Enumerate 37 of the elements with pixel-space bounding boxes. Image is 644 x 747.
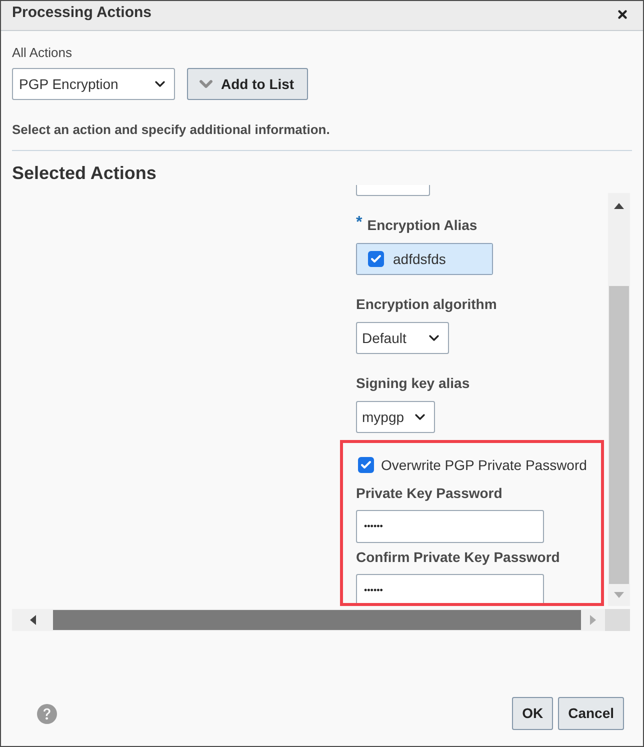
- window-title: Processing Actions: [12, 4, 152, 22]
- scrollbar-corner: [605, 609, 630, 631]
- field-label: Confirm Private Key Password: [356, 548, 560, 566]
- scrollbar-thumb[interactable]: [53, 610, 581, 630]
- select-dropdown[interactable]: mypgp: [356, 401, 436, 433]
- input-field[interactable]: [356, 185, 430, 196]
- checkbox[interactable]: [368, 251, 384, 267]
- section-heading: Selected Actions: [12, 162, 158, 184]
- field-label: Encryption algorithm: [356, 295, 497, 313]
- check-icon: [370, 253, 382, 265]
- checkbox-label: Overwrite PGP Private Password: [381, 456, 587, 474]
- required-asterisk: *: [356, 215, 362, 231]
- scroll-right-icon[interactable]: [590, 615, 596, 625]
- field-label: Signing key alias: [356, 374, 470, 392]
- add-to-list-button[interactable]: Add to List: [187, 68, 308, 100]
- checkbox[interactable]: [358, 457, 374, 473]
- help-icon[interactable]: [37, 704, 57, 724]
- select-dropdown[interactable]: Default: [356, 322, 450, 354]
- dialog-button[interactable]: Cancel: [558, 697, 624, 730]
- checklist-option[interactable]: adfdsfds: [357, 244, 492, 274]
- field-label: All Actions: [12, 45, 73, 61]
- field-label: Encryption Alias: [367, 216, 478, 234]
- select-dropdown[interactable]: PGP Encryption: [12, 68, 175, 100]
- field-label: Private Key Password: [356, 484, 502, 502]
- option-label: adfdsfds: [393, 250, 446, 268]
- password-field[interactable]: ••••••: [356, 510, 544, 543]
- dialog-button[interactable]: OK: [512, 697, 554, 730]
- check-icon: [360, 459, 372, 471]
- scrollbar-thumb[interactable]: [609, 286, 629, 584]
- close-icon[interactable]: [616, 8, 629, 21]
- horizontal-scrollbar[interactable]: [12, 609, 605, 631]
- password-field[interactable]: ••••••: [356, 574, 544, 606]
- scroll-left-icon[interactable]: [30, 615, 36, 625]
- instruction-text: Select an action and specify additional information.: [12, 122, 331, 138]
- scroll-up-icon[interactable]: [614, 203, 624, 209]
- scroll-down-icon[interactable]: [614, 592, 624, 598]
- vertical-scrollbar[interactable]: [608, 193, 630, 606]
